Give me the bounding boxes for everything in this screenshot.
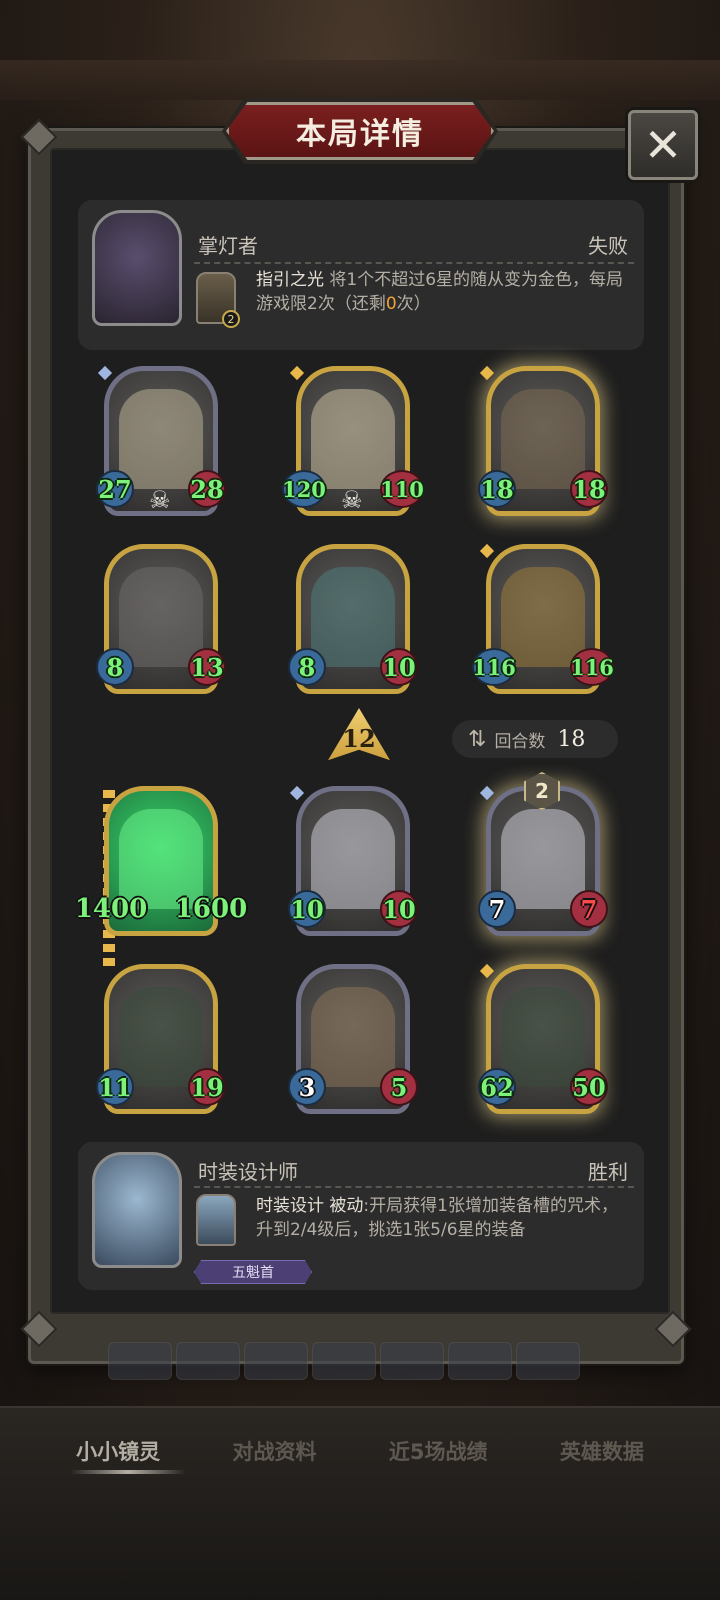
- minion-card[interactable]: 3 5: [288, 964, 418, 1114]
- attack-stat: 120: [282, 470, 326, 508]
- skull-icon: ☠: [149, 486, 171, 514]
- skill-name: 指引之光: [256, 270, 324, 290]
- health-stat: 1600: [174, 894, 248, 924]
- thumbnail: [244, 1342, 308, 1380]
- minion-card[interactable]: 1400 1600: [75, 786, 247, 936]
- health-stat: 28: [188, 470, 226, 508]
- background-strip: [0, 60, 720, 100]
- hero-portrait-lampkeeper[interactable]: [92, 210, 182, 326]
- hero-name: 掌灯者: [198, 234, 258, 258]
- attack-stat: 62: [478, 1068, 516, 1106]
- round-label: 回合数: [494, 731, 546, 752]
- hero-result: 胜利: [588, 1160, 628, 1184]
- thumbnail: [516, 1342, 580, 1380]
- attack-stat: 10: [288, 890, 326, 928]
- skill-name: 时装设计: [256, 1196, 324, 1216]
- attack-stat: 18: [478, 470, 516, 508]
- minion-card[interactable]: 2 7 7: [478, 772, 608, 936]
- minion-card[interactable]: 10 10: [288, 785, 418, 936]
- attack-stat: 3: [288, 1068, 326, 1106]
- minion-card[interactable]: 18 18: [478, 365, 608, 516]
- bone-dragon-art: [311, 389, 395, 489]
- health-stat: 10: [380, 890, 418, 928]
- attack-stat: 8: [288, 648, 326, 686]
- hero-skill-description: 时装设计 被动:开局获得1张增加装备槽的咒术，升到2/4级后，挑选1张5/6星的…: [256, 1194, 624, 1242]
- attack-stat: 116: [472, 648, 516, 686]
- skill-type: 被动: [329, 1196, 364, 1216]
- player-hero-card: 时装设计师 胜利 时装设计 被动:开局获得1张增加装备槽的咒术，升到2/4级后，…: [78, 1142, 644, 1290]
- minion-card[interactable]: 8 13: [96, 544, 226, 694]
- health-stat: 13: [188, 648, 226, 686]
- rank-tag: 五魁首: [194, 1260, 312, 1284]
- health-stat: 5: [380, 1068, 418, 1106]
- tab-hero-stats[interactable]: 英雄数据: [560, 1436, 644, 1476]
- hero-skill-description: 指引之光 将1个不超过6星的随从变为金色，每局游戏限2次（还剩0次）: [256, 268, 624, 316]
- minion-card[interactable]: 8 10: [288, 544, 418, 694]
- opponent-hero-card: 掌灯者 失败 2 指引之光 将1个不超过6星的随从变为金色，每局游戏限2次（还剩…: [78, 200, 644, 350]
- health-stat: 19: [188, 1068, 226, 1106]
- minion-card[interactable]: 116 116: [472, 543, 614, 694]
- tavern-level: 12: [342, 724, 376, 753]
- thumbnail: [448, 1342, 512, 1380]
- thumbnail: [312, 1342, 376, 1380]
- divider: [194, 262, 634, 264]
- swap-icon: ⇅: [468, 726, 487, 752]
- health-stat: 50: [570, 1068, 608, 1106]
- tab-recent-matches[interactable]: 近5场战绩: [389, 1436, 488, 1476]
- health-stat: 10: [380, 648, 418, 686]
- divider: [194, 1186, 634, 1188]
- skull-icon: ☠: [341, 486, 363, 514]
- health-stat: 110: [380, 470, 424, 508]
- thumbnail: [108, 1342, 172, 1380]
- dress-skill-icon[interactable]: [196, 1194, 236, 1246]
- lantern-beast-art: [501, 567, 585, 667]
- active-tab-underline: [70, 1470, 186, 1474]
- tab-battle-info[interactable]: 对战资料: [233, 1436, 317, 1476]
- hero-portrait-fashion-designer[interactable]: [92, 1152, 182, 1268]
- attack-stat: 8: [96, 648, 134, 686]
- witch-girl-art: [501, 809, 585, 909]
- skill-charges-badge: 2: [222, 310, 240, 328]
- minion-card[interactable]: ☠ 27 28: [96, 365, 226, 516]
- minion-card[interactable]: 62 50: [478, 963, 608, 1114]
- attack-stat: 7: [478, 890, 516, 928]
- page-title: 本局详情: [296, 117, 424, 152]
- scholar-art: [311, 987, 395, 1087]
- thumbnail: [176, 1342, 240, 1380]
- attack-stat: 1400: [74, 894, 148, 924]
- lineup-thumbnails: [108, 1342, 588, 1382]
- round-value: 18: [557, 726, 586, 752]
- health-stat: 116: [570, 648, 614, 686]
- lantern-skill-icon[interactable]: 2: [196, 272, 240, 328]
- health-stat: 7: [570, 890, 608, 928]
- attack-stat: 11: [96, 1068, 134, 1106]
- attack-stat: 27: [96, 470, 134, 508]
- hero-result: 失败: [588, 234, 628, 258]
- hero-name: 时装设计师: [198, 1160, 298, 1184]
- minion-card[interactable]: ☠ 120 110: [282, 365, 424, 516]
- close-button[interactable]: ✕: [628, 110, 698, 180]
- round-counter: ⇅ 回合数 18: [452, 720, 618, 758]
- close-icon: ✕: [643, 118, 683, 172]
- minion-card[interactable]: 11 19: [96, 964, 226, 1114]
- skill-desc-b: 次）: [396, 294, 431, 314]
- thumbnail: [380, 1342, 444, 1380]
- skill-remaining: 0: [385, 294, 397, 314]
- title-banner: 本局详情: [226, 102, 494, 160]
- health-stat: 18: [570, 470, 608, 508]
